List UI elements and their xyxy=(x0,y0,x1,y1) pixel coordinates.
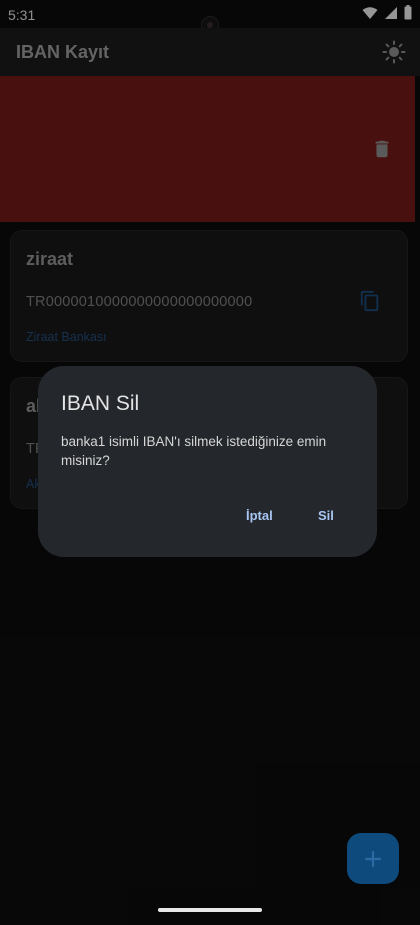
home-indicator[interactable] xyxy=(158,908,262,912)
copy-iban-button[interactable] xyxy=(359,290,381,312)
delete-button[interactable]: Sil xyxy=(312,504,340,527)
card-name: ziraat xyxy=(26,249,74,269)
status-icons xyxy=(362,5,412,20)
sun-icon xyxy=(382,40,406,64)
trash-icon xyxy=(375,140,389,158)
add-iban-button[interactable] xyxy=(347,833,399,884)
signal-icon xyxy=(385,6,397,19)
delete-action[interactable] xyxy=(371,138,393,160)
status-time: 5:31 xyxy=(8,7,36,23)
wifi-icon xyxy=(362,6,378,19)
app-bar: IBAN Kayıt xyxy=(0,28,420,76)
status-bar: 5:31 xyxy=(0,0,420,34)
dialog-message: banka1 isimli IBAN'ı silmek istediğinize… xyxy=(61,434,327,468)
cancel-button[interactable]: İptal xyxy=(240,504,279,527)
battery-icon xyxy=(404,5,412,20)
plus-icon xyxy=(364,850,382,868)
card-iban: TR0000010000000000000000000 xyxy=(26,294,253,310)
dialog-title: IBAN Sil xyxy=(61,392,140,415)
iban-card[interactable]: ziraat TR0000010000000000000000000 Ziraa… xyxy=(10,230,408,362)
theme-toggle-button[interactable] xyxy=(382,40,406,64)
copy-icon xyxy=(360,290,379,312)
swipe-delete-background[interactable] xyxy=(0,76,415,222)
delete-iban-dialog: IBAN Sil banka1 isimli IBAN'ı silmek ist… xyxy=(38,366,377,557)
app-title: IBAN Kayıt xyxy=(16,42,110,62)
card-bank: Ziraat Bankası xyxy=(26,330,107,344)
screen: 5:31 IBAN Kayıt ziraat TR000001000000000… xyxy=(0,0,420,925)
